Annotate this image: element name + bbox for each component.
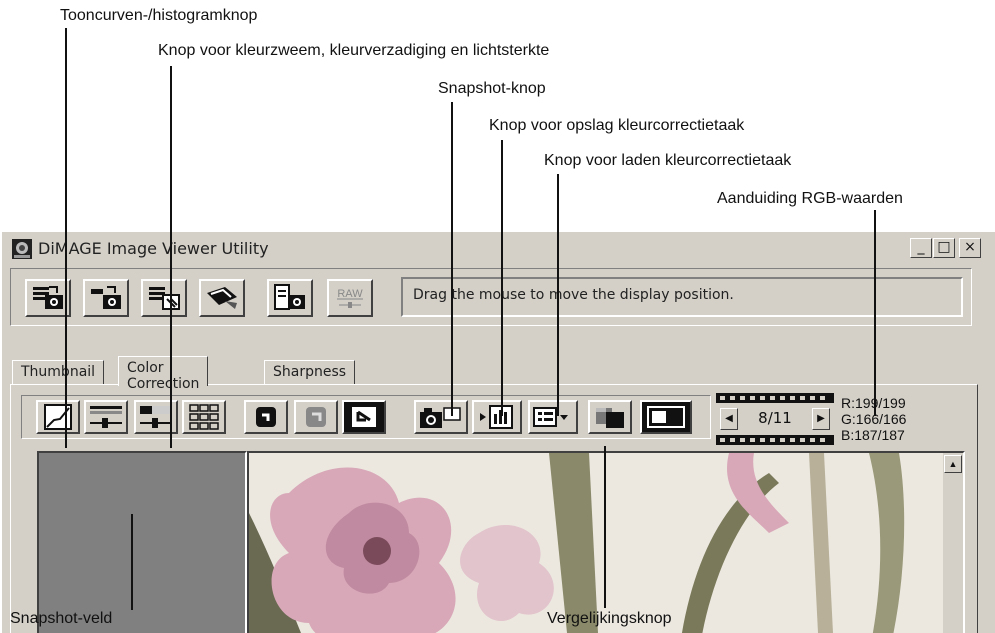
open-image-button[interactable] <box>83 279 129 317</box>
leader-save-job <box>501 140 503 416</box>
correction-tools-group <box>21 395 711 439</box>
save-job-icon <box>480 405 513 429</box>
callout-compare: Vergelijkingsknop <box>547 610 672 627</box>
variations-button[interactable] <box>182 400 226 434</box>
image-view[interactable]: ▲ <box>247 451 965 633</box>
svg-text:RAW: RAW <box>337 288 363 300</box>
status-message: Drag the mouse to move the display posit… <box>401 277 963 317</box>
revert-icon <box>352 407 376 427</box>
leader-snapshot <box>451 102 453 416</box>
tab-thumbnail[interactable]: Thumbnail <box>12 360 105 384</box>
snapshot-field[interactable] <box>37 451 247 633</box>
callout-rgb-values: Aanduiding RGB-waarden <box>717 190 903 207</box>
save-color-job-button[interactable] <box>472 400 522 434</box>
undo-button[interactable] <box>244 400 288 434</box>
reset-button[interactable] <box>294 400 338 434</box>
split-view-button[interactable] <box>640 400 692 434</box>
open-image-icon <box>91 286 121 309</box>
print-button[interactable] <box>199 279 245 317</box>
app-logo-icon <box>12 239 32 259</box>
vertical-scrollbar[interactable]: ▲ <box>943 453 963 633</box>
compare-button[interactable] <box>588 400 632 434</box>
tone-curve-histogram-button[interactable] <box>36 400 80 434</box>
tab-sharpness[interactable]: Sharpness <box>264 360 356 384</box>
next-frame-button[interactable]: ▶ <box>812 408 830 430</box>
previous-frame-button[interactable]: ◀ <box>720 408 738 430</box>
close-button[interactable]: × <box>959 238 981 258</box>
camera-icon <box>420 407 461 428</box>
raw-icon: RAW <box>337 288 363 308</box>
save-image-icon <box>149 287 180 310</box>
title-bar: DiMAGE Image Viewer Utility _ □ × <box>6 236 991 262</box>
callout-save-job: Knop voor opslag kleurcorrectietaak <box>489 117 745 134</box>
tab-color-correction[interactable]: Color Correction <box>118 356 209 392</box>
callout-snapshot-field: Snapshot-veld <box>10 610 113 627</box>
leader-tone-curve <box>65 28 67 448</box>
split-view-icon <box>647 406 685 428</box>
leader-hue-saturation <box>170 66 172 448</box>
tone-curve-icon <box>44 404 72 430</box>
folder-image-icon <box>33 286 63 309</box>
revert-button[interactable] <box>342 400 386 434</box>
save-image-button[interactable] <box>141 279 187 317</box>
camera-file-button[interactable] <box>267 279 313 317</box>
color-balance-icon <box>90 406 122 428</box>
load-color-job-button[interactable] <box>528 400 578 434</box>
compare-icon <box>596 408 624 428</box>
leader-snapshot-field <box>131 514 133 610</box>
print-icon <box>207 287 237 309</box>
color-balance-button[interactable] <box>84 400 128 434</box>
variations-icon <box>189 404 219 430</box>
color-correction-panel: ◀ 8/11 ▶ R:199/199 G:166/166 B:187/187 <box>10 384 978 633</box>
leader-rgb-values <box>874 210 876 416</box>
leader-compare <box>604 446 606 608</box>
minimize-button[interactable]: _ <box>910 238 932 258</box>
frame-counter: 8/11 <box>758 409 792 427</box>
main-toolbar: RAW Drag the mouse to move the display p… <box>10 268 972 326</box>
rgb-blue-value: B:187/187 <box>841 427 905 443</box>
raw-button[interactable]: RAW <box>327 279 373 317</box>
reset-icon <box>306 407 326 427</box>
callout-snapshot: Snapshot-knop <box>438 80 546 97</box>
frame-navigator: ◀ 8/11 ▶ <box>716 393 834 445</box>
callout-tone-curve: Tooncurven-/histogramknop <box>60 7 258 24</box>
maximize-button[interactable]: □ <box>933 238 955 258</box>
callout-hue-saturation: Knop voor kleurzweem, kleurverzadiging e… <box>158 42 550 59</box>
app-window: DiMAGE Image Viewer Utility _ □ × RAW Dr… <box>0 230 995 633</box>
load-job-icon <box>533 407 568 427</box>
snapshot-button[interactable] <box>414 400 468 434</box>
callout-load-job: Knop voor laden kleurcorrectietaak <box>544 152 792 169</box>
undo-icon <box>256 407 276 427</box>
window-title: DiMAGE Image Viewer Utility <box>38 239 269 258</box>
camera-file-icon <box>274 284 305 310</box>
flower-image <box>249 453 945 633</box>
scroll-up-button[interactable]: ▲ <box>944 455 962 473</box>
leader-load-job <box>557 174 559 416</box>
